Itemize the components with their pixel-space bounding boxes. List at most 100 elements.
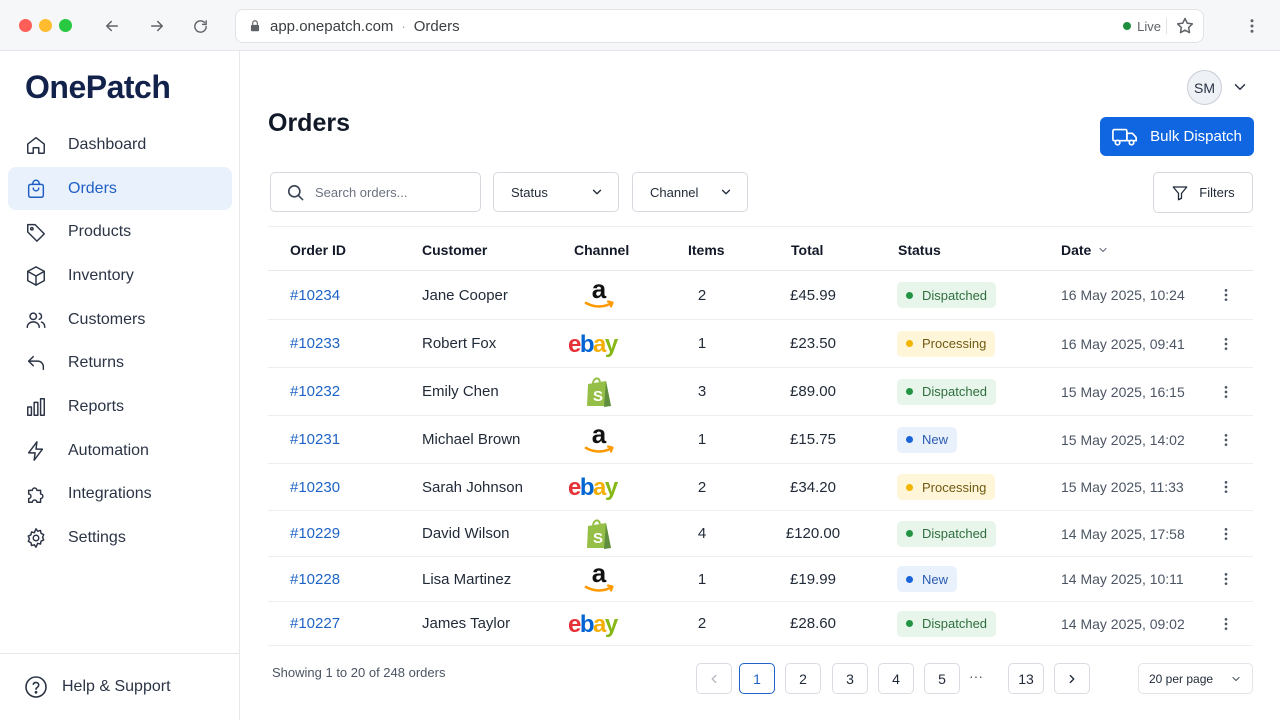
status-dot-icon <box>906 291 913 299</box>
table-row[interactable]: #10229 David Wilson S 4 £120.00 Dispatched 14 … <box>268 511 1253 557</box>
items-count: 1 <box>697 431 707 448</box>
row-menu-icon[interactable] <box>1216 477 1236 497</box>
customer-name: James Taylor <box>422 615 511 632</box>
sidebar-item-label: Settings <box>68 529 126 547</box>
order-id-link[interactable]: #10233 <box>290 320 340 367</box>
order-id-link[interactable]: #10228 <box>290 557 340 601</box>
status-dot-icon <box>906 436 913 443</box>
minimize-window-button[interactable] <box>39 19 52 32</box>
page-button-last[interactable]: 13 <box>1008 663 1044 694</box>
sidebar-item-products[interactable]: Products <box>8 210 232 254</box>
sidebar-item-inventory[interactable]: Inventory <box>8 254 232 298</box>
url-divider <box>1166 18 1167 34</box>
table-row[interactable]: #10228 Lisa Martinez a 1 £19.99 New 14 May 202… <box>268 557 1253 602</box>
order-id-link[interactable]: #10227 <box>290 602 340 645</box>
help-support-link[interactable]: Help & Support <box>0 653 239 720</box>
browser-menu-icon[interactable] <box>1240 14 1264 38</box>
amazon-logo-icon: a <box>568 557 630 601</box>
return-arrow-icon <box>24 351 48 375</box>
page-button-5[interactable]: 5 <box>924 663 960 694</box>
back-arrow-icon[interactable] <box>100 14 124 38</box>
row-menu-icon[interactable] <box>1216 569 1236 589</box>
row-menu-icon[interactable] <box>1216 430 1236 450</box>
filters-button[interactable]: Filters <box>1153 172 1253 213</box>
sidebar-item-orders[interactable]: Orders <box>8 166 232 211</box>
row-menu-icon[interactable] <box>1216 285 1236 305</box>
sidebar-item-returns[interactable]: Returns <box>8 341 232 385</box>
bookmark-star-icon[interactable] <box>1175 16 1195 36</box>
order-id-link[interactable]: #10232 <box>290 368 340 415</box>
shopify-logo-icon: S <box>568 368 630 415</box>
chevron-down-icon <box>592 189 602 195</box>
page-button-1[interactable]: 1 <box>739 663 775 694</box>
table-row[interactable]: #10233 Robert Fox ebay 1 £23.50 Processing 16 … <box>268 320 1253 368</box>
per-page-select[interactable]: 20 per page <box>1138 663 1253 694</box>
chevron-down-icon[interactable] <box>1231 78 1249 96</box>
table-row[interactable]: #10234 Jane Cooper a 2 £45.99 Dispatched 16 Ma… <box>268 271 1253 320</box>
column-header-customer[interactable]: Customer <box>422 227 487 272</box>
items-count: 1 <box>697 335 707 352</box>
column-header-order-id[interactable]: Order ID <box>290 227 346 272</box>
table-row[interactable]: #10232 Emily Chen S 3 £89.00 Dispatched 15 May… <box>268 368 1253 416</box>
table-row[interactable]: #10227 James Taylor ebay 2 £28.60 Dispatched 1… <box>268 602 1253 646</box>
customer-name: Emily Chen <box>422 383 499 400</box>
svg-text:a: a <box>592 279 607 304</box>
page-button-4[interactable]: 4 <box>878 663 914 694</box>
avatar[interactable]: SM <box>1187 70 1222 105</box>
showing-count: Showing 1 to 20 of 248 orders <box>272 665 446 680</box>
next-page-button[interactable] <box>1054 663 1090 694</box>
row-menu-icon[interactable] <box>1216 524 1236 544</box>
status-cell: Dispatched <box>897 271 997 319</box>
table-row[interactable]: #10231 Michael Brown a 1 £15.75 New 15 May 202… <box>268 416 1253 464</box>
table-row[interactable]: #10230 Sarah Johnson ebay 2 £34.20 Processing… <box>268 464 1253 511</box>
sidebar-item-reports[interactable]: Reports <box>8 385 232 429</box>
amazon-logo-icon: a <box>568 416 630 463</box>
sidebar-item-settings[interactable]: Settings <box>8 516 232 560</box>
app-logo[interactable]: OnePatch <box>25 69 171 106</box>
column-header-status[interactable]: Status <box>898 227 941 272</box>
reload-icon[interactable] <box>188 14 212 38</box>
status-select[interactable]: Status <box>493 172 619 212</box>
search-field[interactable] <box>270 172 481 212</box>
close-window-button[interactable] <box>19 19 32 32</box>
customer-name: Michael Brown <box>422 431 521 448</box>
channel-select[interactable]: Channel <box>632 172 748 212</box>
order-date: 16 May 2025, 09:41 <box>1061 335 1185 352</box>
order-id-link[interactable]: #10231 <box>290 416 340 463</box>
order-date: 16 May 2025, 10:24 <box>1061 287 1185 303</box>
forward-arrow-icon[interactable] <box>145 14 169 38</box>
sidebar-item-customers[interactable]: Customers <box>8 298 232 342</box>
order-date: 14 May 2025, 10:11 <box>1061 571 1184 587</box>
order-date: 15 May 2025, 11:33 <box>1061 479 1184 495</box>
page-button-2[interactable]: 2 <box>785 663 821 694</box>
column-header-total[interactable]: Total <box>791 227 823 272</box>
column-header-channel[interactable]: Channel <box>574 227 629 272</box>
row-menu-icon[interactable] <box>1216 334 1236 354</box>
status-badge: Dispatched <box>897 378 997 405</box>
status-badge: New <box>897 426 958 453</box>
search-input[interactable] <box>315 184 475 200</box>
column-header-items[interactable]: Items <box>688 227 725 272</box>
sidebar-item-dashboard[interactable]: Dashboard <box>8 123 232 167</box>
row-menu-icon[interactable] <box>1216 382 1236 402</box>
sidebar-item-automation[interactable]: Automation <box>8 429 232 473</box>
prev-page-button[interactable] <box>696 663 732 694</box>
row-menu-icon[interactable] <box>1216 614 1236 634</box>
order-id-link[interactable]: #10229 <box>290 511 340 556</box>
customer-name: Lisa Martinez <box>422 570 512 588</box>
amazon-logo-icon: a <box>568 271 630 319</box>
url-separator: · <box>401 18 406 34</box>
status-cell: Processing <box>897 464 996 510</box>
page-button-3[interactable]: 3 <box>832 663 868 694</box>
row-actions <box>1216 320 1236 367</box>
address-bar[interactable]: app.onepatch.com · Orders Live <box>235 9 1204 43</box>
row-actions <box>1216 511 1236 556</box>
maximize-window-button[interactable] <box>59 19 72 32</box>
order-id-link[interactable]: #10230 <box>290 464 340 510</box>
orders-table: Order ID Customer Channel Items Total St… <box>268 226 1253 646</box>
sidebar-item-integrations[interactable]: Integrations <box>8 473 232 517</box>
bulk-dispatch-button[interactable]: Bulk Dispatch <box>1100 117 1254 156</box>
order-id-link[interactable]: #10234 <box>290 271 340 319</box>
column-header-date[interactable]: Date <box>1061 227 1109 272</box>
live-indicator: Live <box>1123 10 1161 42</box>
